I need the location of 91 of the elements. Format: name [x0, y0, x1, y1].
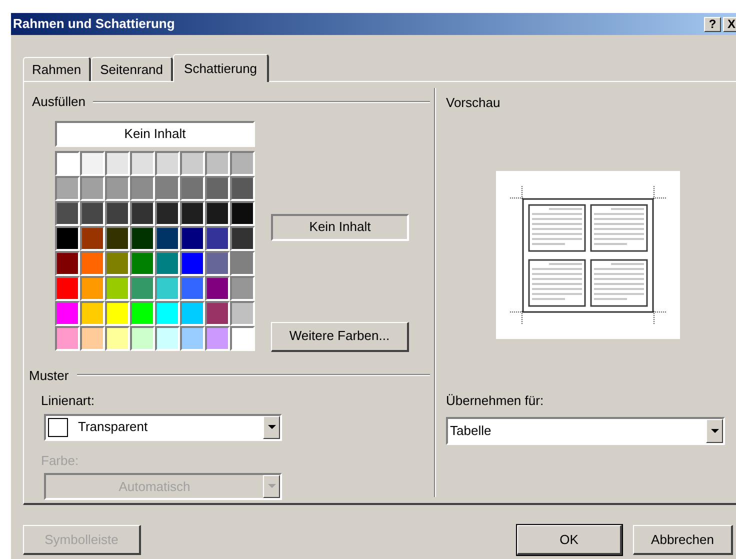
color-swatch[interactable]: [80, 326, 105, 350]
dialog-button[interactable]: Abbrechen: [633, 525, 733, 555]
color-swatch[interactable]: [230, 226, 255, 250]
color-swatch[interactable]: [180, 250, 205, 276]
color-swatch[interactable]: [130, 200, 155, 226]
color-swatch[interactable]: [55, 200, 80, 226]
window-title: Rahmen und Schattierung: [13, 15, 176, 34]
color-swatch[interactable]: [105, 226, 130, 250]
color-swatch[interactable]: [55, 226, 80, 250]
tab[interactable]: Seitenrand: [91, 57, 174, 81]
color-swatch[interactable]: [80, 200, 105, 226]
section-heading: Vorschau: [446, 94, 502, 112]
field-label: Übernehmen für:: [446, 392, 545, 410]
color-swatch[interactable]: [230, 150, 255, 176]
color-swatch[interactable]: [55, 250, 80, 276]
color-swatch[interactable]: [155, 150, 180, 176]
color-swatch[interactable]: [205, 326, 230, 350]
field-label: Linienart:: [41, 392, 96, 410]
color-swatch[interactable]: [105, 176, 130, 200]
color-swatch[interactable]: [55, 276, 80, 300]
color-swatch[interactable]: [180, 326, 205, 350]
color-swatch[interactable]: [130, 150, 155, 176]
color-swatch[interactable]: [130, 176, 155, 200]
color-swatch[interactable]: [155, 226, 180, 250]
dropdown-arrow-button[interactable]: [706, 419, 723, 443]
color-swatch[interactable]: [130, 276, 155, 300]
help-button[interactable]: ?: [704, 16, 721, 32]
color-swatch[interactable]: [205, 150, 230, 176]
color-swatch[interactable]: [55, 176, 80, 200]
dropdown-value: Tabelle: [450, 422, 492, 440]
color-swatch[interactable]: [205, 226, 230, 250]
color-swatch[interactable]: [230, 326, 255, 350]
tab[interactable]: Rahmen: [23, 57, 92, 81]
color-swatch[interactable]: [105, 276, 130, 300]
color-swatch[interactable]: [205, 250, 230, 276]
color-swatch[interactable]: [105, 150, 130, 176]
color-swatch[interactable]: [230, 176, 255, 200]
color-swatch[interactable]: [55, 300, 80, 326]
color-swatch[interactable]: [180, 150, 205, 176]
close-button[interactable]: X: [723, 16, 736, 32]
color-swatch[interactable]: [230, 200, 255, 226]
color-swatch[interactable]: [180, 226, 205, 250]
color-swatch[interactable]: [230, 276, 255, 300]
color-swatch[interactable]: [155, 200, 180, 226]
color-swatch[interactable]: [55, 150, 80, 176]
color-swatch[interactable]: [105, 250, 130, 276]
section-heading: Muster: [29, 366, 69, 384]
color-swatch[interactable]: [80, 150, 105, 176]
apply-to-dropdown[interactable]: Tabelle: [446, 417, 725, 445]
color-swatch[interactable]: [80, 276, 105, 300]
dropdown-arrow-button[interactable]: [263, 416, 280, 438]
color-swatch[interactable]: [80, 250, 105, 276]
color-swatch[interactable]: [105, 200, 130, 226]
color-swatch[interactable]: [130, 300, 155, 326]
color-swatch[interactable]: [180, 300, 205, 326]
line-style-dropdown[interactable]: Transparent: [44, 414, 282, 440]
caret-icon: [268, 424, 276, 430]
more-colors-button[interactable]: Weitere Farben...: [271, 322, 409, 352]
color-swatch[interactable]: [205, 200, 230, 226]
dropdown-value: Transparent: [78, 418, 149, 436]
color-swatch[interactable]: [180, 276, 205, 300]
color-swatch[interactable]: [130, 326, 155, 350]
caret-icon: [268, 484, 276, 489]
color-swatch[interactable]: [230, 300, 255, 326]
color-swatch[interactable]: [105, 326, 130, 350]
section-heading: Ausfüllen: [32, 93, 86, 111]
color-swatch[interactable]: [130, 226, 155, 250]
color-swatch[interactable]: [80, 300, 105, 326]
color-swatch[interactable]: [155, 250, 180, 276]
dialog-button[interactable]: OK: [517, 525, 622, 555]
color-swatch[interactable]: [80, 176, 105, 200]
color-swatch[interactable]: [55, 326, 80, 350]
color-swatch[interactable]: [180, 200, 205, 226]
color-preview-field: Kein Inhalt: [271, 214, 409, 240]
color-swatch[interactable]: [155, 326, 180, 350]
color-swatch[interactable]: [180, 176, 205, 200]
color-swatch[interactable]: [105, 300, 130, 326]
color-swatch[interactable]: [155, 176, 180, 200]
transparent-swatch-icon: [48, 418, 68, 436]
color-swatch[interactable]: [205, 276, 230, 300]
caret-icon: [710, 428, 718, 434]
color-swatch[interactable]: [80, 226, 105, 250]
color-swatch[interactable]: [130, 250, 155, 276]
color-swatch[interactable]: [155, 276, 180, 300]
color-swatch[interactable]: [205, 176, 230, 200]
tab[interactable]: Schattierung: [173, 54, 270, 82]
dropdown-arrow-button[interactable]: [263, 475, 280, 498]
color-swatch[interactable]: [205, 300, 230, 326]
no-fill-button[interactable]: Kein Inhalt: [55, 120, 255, 146]
color-swatch[interactable]: [155, 300, 180, 326]
color-swatch[interactable]: [230, 250, 255, 276]
